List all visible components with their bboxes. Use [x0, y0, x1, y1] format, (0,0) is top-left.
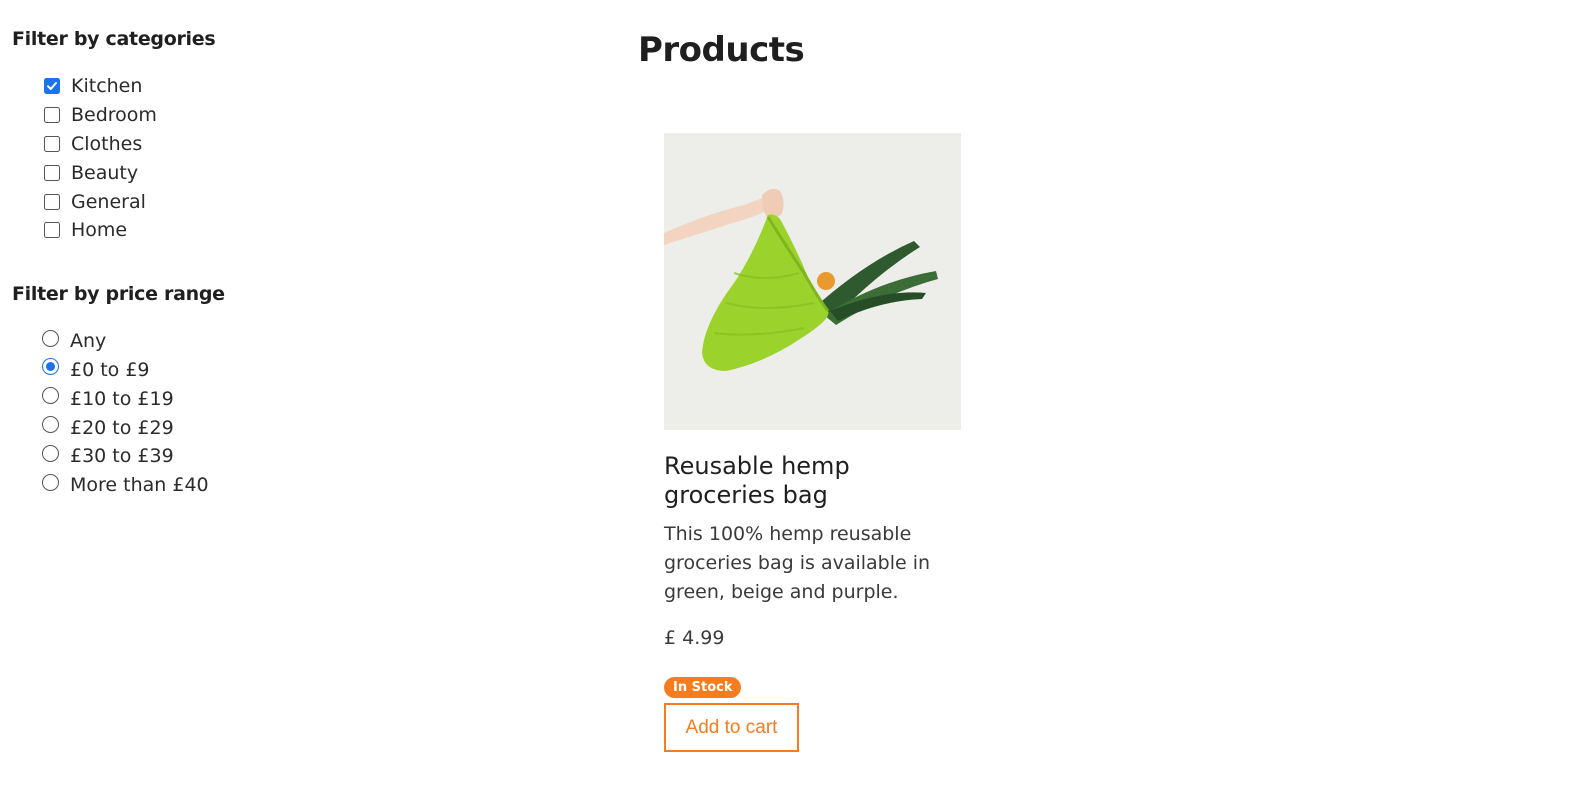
grocery-bag-photo	[664, 133, 961, 430]
product-name[interactable]: Reusable hemp groceries bag	[664, 452, 964, 510]
category-checkbox[interactable]	[44, 107, 60, 124]
category-checkbox[interactable]	[44, 222, 60, 239]
price-option-10-19[interactable]: £10 to £19	[42, 384, 332, 413]
products-section: Products	[638, 30, 805, 70]
product-card: Reusable hemp groceries bag This 100% he…	[664, 133, 984, 752]
price-range-list: Any £0 to £9 £10 to £19 £20 to £29 £30 t…	[12, 327, 332, 500]
price-option-0-9[interactable]: £0 to £9	[42, 356, 332, 385]
stock-badge: In Stock	[664, 677, 742, 698]
price-label: £0 to £9	[70, 358, 150, 381]
category-option-clothes[interactable]: Clothes	[42, 130, 332, 159]
category-checkbox[interactable]	[44, 193, 60, 210]
category-label: Home	[71, 219, 128, 242]
product-description: This 100% hemp reusable groceries bag is…	[664, 523, 931, 603]
price-option-any[interactable]: Any	[42, 327, 332, 356]
category-label: Beauty	[71, 161, 139, 184]
category-option-kitchen[interactable]: Kitchen	[42, 72, 332, 101]
category-label: Kitchen	[71, 75, 143, 98]
price-option-30-39[interactable]: £30 to £39	[42, 442, 332, 471]
price-radio[interactable]	[42, 444, 59, 462]
filter-sidebar: Filter by categories Kitchen Bedroom Clo…	[12, 28, 332, 500]
category-label: General	[71, 190, 146, 213]
price-radio[interactable]	[42, 473, 59, 491]
category-checkbox[interactable]	[44, 135, 60, 152]
price-label: £30 to £39	[70, 445, 174, 468]
price-label: More than £40	[70, 474, 209, 497]
price-radio[interactable]	[42, 358, 59, 376]
price-filter-heading: Filter by price range	[12, 282, 225, 305]
page-title: Products	[638, 30, 805, 70]
price-radio[interactable]	[42, 387, 59, 405]
category-option-general[interactable]: General	[42, 187, 332, 216]
price-option-more-than-40[interactable]: More than £40	[42, 471, 332, 500]
price-option-20-29[interactable]: £20 to £29	[42, 413, 332, 442]
product-price: £ 4.99	[664, 627, 725, 649]
category-checkbox[interactable]	[44, 78, 60, 95]
price-label: £20 to £29	[70, 416, 174, 439]
price-label: £10 to £19	[70, 387, 174, 410]
category-option-beauty[interactable]: Beauty	[42, 158, 332, 187]
checkmark-icon	[47, 82, 57, 91]
category-option-bedroom[interactable]: Bedroom	[42, 101, 332, 130]
category-checkbox[interactable]	[44, 164, 60, 181]
category-label: Clothes	[71, 132, 143, 155]
price-radio[interactable]	[42, 329, 59, 347]
category-label: Bedroom	[71, 104, 157, 127]
categories-filter-heading: Filter by categories	[12, 28, 216, 50]
price-radio[interactable]	[42, 416, 59, 434]
price-label: Any	[70, 330, 107, 353]
add-to-cart-button[interactable]: Add to cart	[664, 703, 799, 752]
product-image[interactable]	[664, 133, 961, 430]
category-option-home[interactable]: Home	[42, 216, 332, 245]
categories-list: Kitchen Bedroom Clothes Beauty General H…	[12, 72, 332, 245]
